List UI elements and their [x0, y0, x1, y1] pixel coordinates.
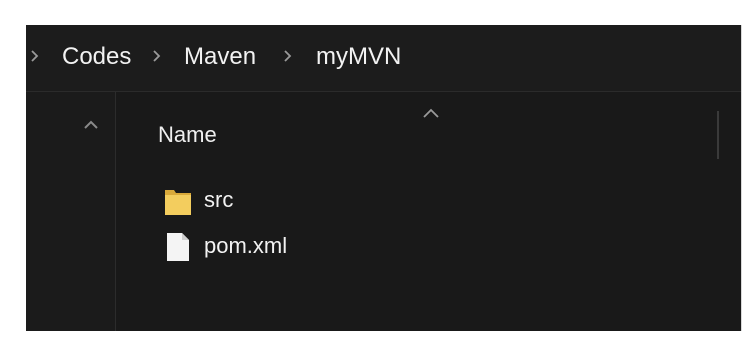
address-bar[interactable]: Codes Maven myMVN — [26, 25, 741, 91]
breadcrumb-item-maven[interactable]: Maven — [184, 43, 256, 71]
breadcrumb-item-codes[interactable]: Codes — [62, 43, 131, 71]
sort-ascending-icon — [423, 108, 439, 118]
list-item[interactable]: src — [156, 183, 456, 217]
chevron-right-icon[interactable] — [151, 45, 163, 67]
file-name: src — [204, 187, 234, 212]
chevron-right-icon[interactable] — [282, 45, 294, 67]
breadcrumb-item-mymvn[interactable]: myMVN — [316, 43, 401, 71]
chevron-right-icon[interactable] — [29, 45, 41, 67]
chevron-up-icon[interactable] — [82, 119, 100, 131]
folder-icon — [165, 190, 191, 215]
navigation-pane — [26, 92, 115, 331]
file-name: pom.xml — [204, 233, 288, 258]
column-resize-handle[interactable] — [717, 111, 719, 159]
list-item[interactable]: pom.xml — [156, 229, 456, 263]
column-header-name[interactable]: Name — [158, 121, 217, 149]
file-explorer-window: Codes Maven myMVN Name src pom.xml — [26, 25, 742, 331]
file-icon — [167, 233, 189, 261]
